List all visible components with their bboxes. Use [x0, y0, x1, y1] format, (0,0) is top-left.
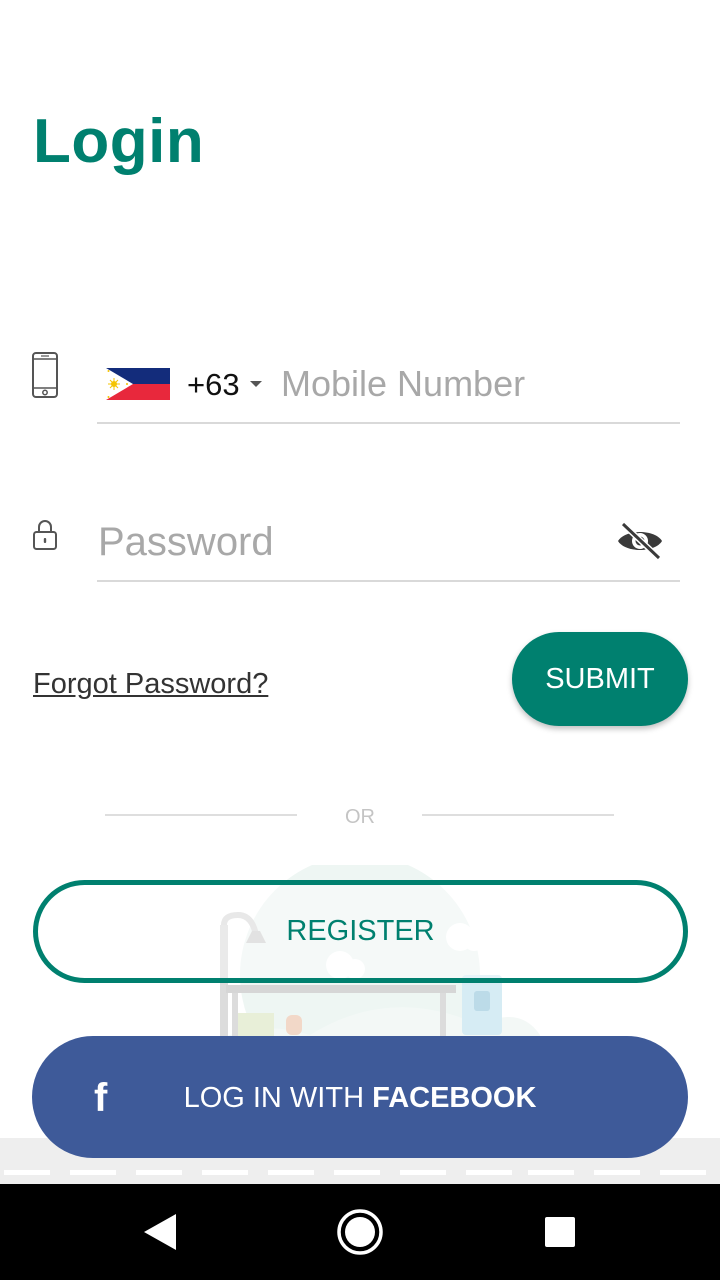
chevron-down-icon[interactable]: [250, 381, 262, 387]
submit-button[interactable]: SUBMIT: [512, 632, 688, 726]
password-input[interactable]: [98, 518, 578, 566]
register-button[interactable]: REGISTER: [33, 880, 688, 983]
forgot-password-link[interactable]: Forgot Password?: [33, 668, 268, 701]
eye-off-icon[interactable]: [615, 520, 665, 562]
facebook-label-prefix: LOG IN WITH: [183, 1082, 373, 1114]
system-navigation-bar: [0, 1184, 720, 1280]
password-field: [97, 508, 680, 582]
page-title: Login: [33, 107, 205, 176]
country-dial-code[interactable]: +63: [187, 367, 240, 403]
facebook-login-label: LOG IN WITH FACEBOOK: [32, 1082, 688, 1115]
or-divider-label: OR: [345, 806, 375, 828]
lock-icon: [33, 520, 57, 550]
divider-left: [105, 814, 297, 816]
divider-right: [422, 814, 614, 816]
facebook-login-button[interactable]: f LOG IN WITH FACEBOOK: [32, 1036, 688, 1158]
road-dashes: [4, 1170, 706, 1175]
smartphone-icon: [32, 352, 58, 398]
back-triangle-icon[interactable]: [136, 1208, 184, 1256]
mobile-number-field: +63: [97, 350, 680, 424]
facebook-label-brand: FACEBOOK: [372, 1082, 537, 1114]
mobile-number-input[interactable]: [281, 360, 671, 408]
philippines-flag-icon[interactable]: [106, 368, 170, 400]
recents-square-icon[interactable]: [536, 1208, 584, 1256]
login-screen: Login +63 Mobile Number Forgot Password?…: [0, 0, 720, 1280]
home-circle-icon[interactable]: [336, 1208, 384, 1256]
